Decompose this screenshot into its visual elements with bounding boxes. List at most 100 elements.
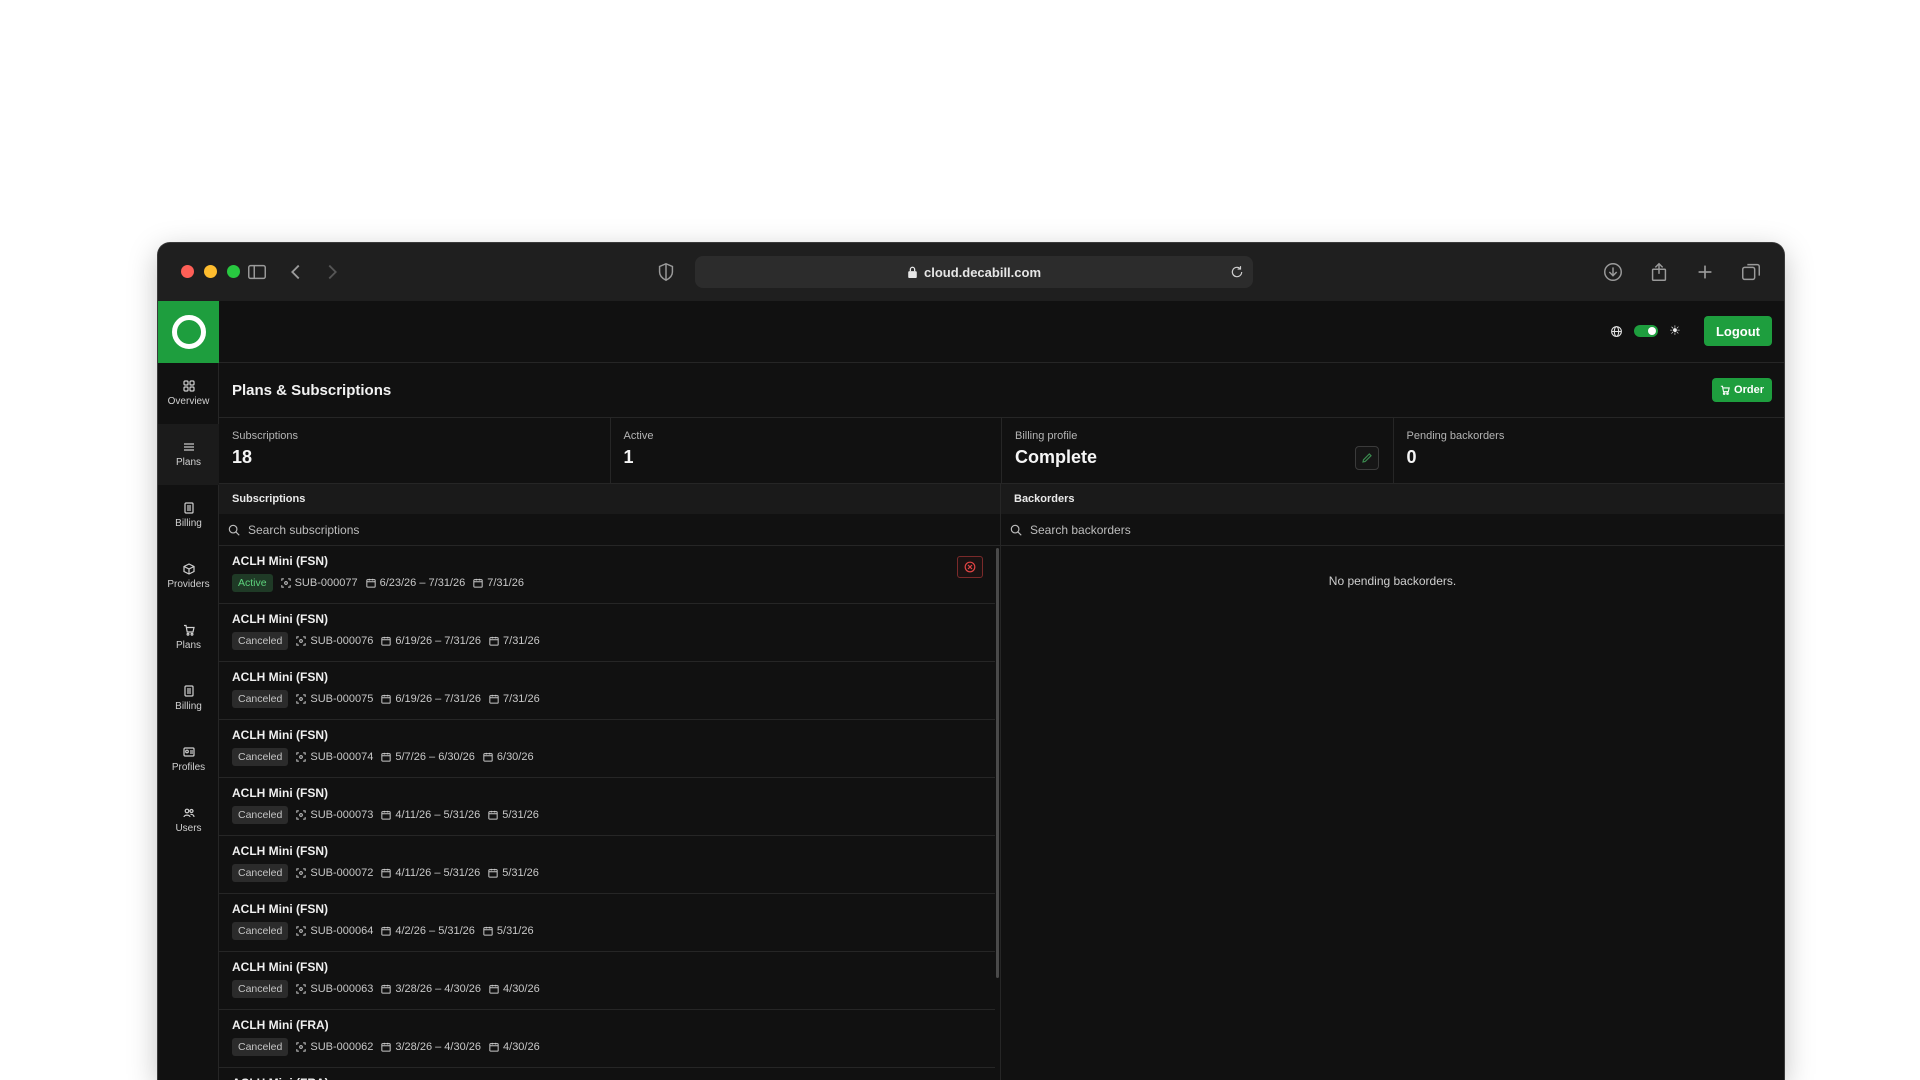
order-button[interactable]: Order	[1712, 378, 1772, 402]
sidebar-item-plans-shop[interactable]: Plans	[158, 607, 219, 668]
sidebar: Overview Plans Billing Providers Plans B…	[158, 363, 219, 1080]
subscriptions-panel: Subscriptions ACLH Mini (FSN) Active SUB-0…	[219, 484, 1001, 1080]
backorders-search	[1001, 514, 1784, 546]
sidebar-item-plans[interactable]: Plans	[158, 424, 219, 485]
stat-value: 1	[623, 447, 634, 467]
subscription-row[interactable]: ACLH Mini (FSN) Canceled SUB-000073 4/11/26…	[219, 778, 995, 836]
subscription-title: ACLH Mini (FRA)	[232, 1018, 329, 1032]
subscription-end-date-text: 7/31/26	[503, 635, 540, 647]
subscriptions-search	[219, 514, 1000, 546]
calendar-icon	[489, 1042, 499, 1052]
subscription-end-date-text: 5/31/26	[502, 809, 539, 821]
subscription-id-text: SUB-000075	[310, 693, 374, 705]
pencil-icon	[1361, 453, 1372, 463]
calendar-icon	[381, 868, 392, 878]
stat-value: 18	[232, 447, 253, 467]
sidebar-item-label: Profiles	[171, 762, 206, 773]
subscription-end-date-text: 5/31/26	[496, 925, 534, 937]
panels: Subscriptions ACLH Mini (FSN) Active SUB-0…	[219, 484, 1784, 1080]
app-logo[interactable]	[158, 301, 219, 363]
subscription-row[interactable]: ACLH Mini (FSN) Canceled SUB-000063 3/28/26…	[219, 952, 995, 1010]
subscription-row[interactable]: ACLH Mini (FSN) Canceled SUB-000075 6/19/26…	[219, 662, 995, 720]
status-badge: Canceled	[232, 748, 289, 766]
sidebar-item-billing[interactable]: Billing	[158, 485, 219, 546]
sidebar-toggle-icon[interactable]	[244, 259, 270, 285]
stat-label: Subscriptions	[232, 430, 299, 442]
scrollbar[interactable]	[996, 548, 999, 978]
cart-icon	[1720, 385, 1730, 395]
theme-toggle[interactable]	[1633, 325, 1658, 337]
subscription-period: 6/23/26 – 7/31/26	[365, 577, 466, 589]
status-badge: Canceled	[232, 806, 289, 824]
subscription-row[interactable]: ACLH Mini (FSN) Canceled SUB-000076 6/19/26…	[219, 604, 995, 662]
language-globe-icon[interactable]	[1610, 324, 1624, 338]
calendar-icon	[381, 984, 392, 994]
close-window-button[interactable]	[181, 265, 194, 278]
calendar-icon	[483, 752, 493, 762]
new-tab-icon[interactable]	[1692, 259, 1718, 285]
subscription-id-text: SUB-000063	[310, 983, 374, 995]
sidebar-item-providers[interactable]: Providers	[158, 546, 219, 607]
id-icon	[296, 1042, 307, 1052]
backorders-panel: Backorders No pending backorders.	[1001, 484, 1784, 1080]
subscription-title: ACLH Mini (FSN)	[232, 960, 328, 974]
document-icon	[183, 502, 194, 514]
sidebar-item-users[interactable]: Users	[158, 790, 219, 851]
subscription-id-text: SUB-000064	[310, 925, 374, 937]
subscription-period-text: 4/11/26 – 5/31/26	[395, 867, 481, 879]
address-bar[interactable]: cloud.decabill.com	[695, 256, 1253, 288]
search-icon	[228, 524, 240, 536]
status-badge: Canceled	[232, 864, 289, 882]
subscription-id-text: SUB-000073	[310, 809, 374, 821]
stat-subscriptions: Subscriptions 18	[219, 418, 611, 483]
subscription-end-date: 5/31/26	[483, 925, 534, 937]
share-icon[interactable]	[1646, 259, 1672, 285]
privacy-shield-icon[interactable]	[653, 259, 679, 285]
sidebar-item-billing-2[interactable]: Billing	[158, 668, 219, 729]
subscription-id: SUB-000073	[296, 809, 373, 821]
app-header: ☀ Logout	[158, 301, 1784, 363]
calendar-icon	[488, 810, 498, 820]
browser-window: cloud.decabill.com ☀ Logout Overview Pla…	[158, 243, 1784, 1080]
subscription-row[interactable]: ACLH Mini (FSN) Canceled SUB-000072 4/11/26…	[219, 836, 995, 894]
zoom-window-button[interactable]	[227, 265, 240, 278]
subscription-period-text: 3/28/26 – 4/30/26	[395, 1041, 482, 1053]
cancel-subscription-button[interactable]	[957, 556, 983, 578]
subscription-row[interactable]: ACLH Mini (FSN) Canceled SUB-000074 5/7/26 …	[219, 720, 995, 778]
search-subscriptions-input[interactable]	[248, 522, 948, 537]
subscription-id-text: SUB-000072	[310, 867, 374, 879]
subscription-row[interactable]: ACLH Mini (FRA)	[219, 1068, 995, 1080]
subscription-row[interactable]: ACLH Mini (FSN) Canceled SUB-000064 4/2/26 …	[219, 894, 995, 952]
subscription-id: SUB-000063	[296, 983, 373, 995]
subscription-id: SUB-000077	[280, 577, 358, 589]
subscription-row[interactable]: ACLH Mini (FSN) Active SUB-000077 6/23/26 –…	[219, 546, 995, 604]
subscription-period-text: 6/23/26 – 7/31/26	[379, 577, 466, 589]
id-icon	[296, 636, 307, 646]
subscription-period: 3/28/26 – 4/30/26	[381, 1041, 481, 1053]
subscription-id: SUB-000062	[296, 1041, 373, 1053]
subscription-period: 4/11/26 – 5/31/26	[381, 809, 480, 821]
forward-icon[interactable]	[319, 259, 345, 285]
subscription-period-text: 4/11/26 – 5/31/26	[395, 809, 481, 821]
subscription-id: SUB-000064	[296, 925, 373, 937]
download-icon[interactable]	[1600, 259, 1626, 285]
id-card-icon	[182, 747, 195, 757]
page-header: Plans & Subscriptions Order	[219, 363, 1784, 418]
edit-billing-profile-button[interactable]	[1354, 446, 1379, 470]
tab-overview-icon[interactable]	[1738, 259, 1764, 285]
reload-icon[interactable]	[1227, 262, 1247, 282]
subscriptions-list: ACLH Mini (FSN) Active SUB-000077 6/23/26 –…	[219, 546, 1000, 1080]
subscription-row[interactable]: ACLH Mini (FRA) Canceled SUB-000062 3/28/26…	[219, 1010, 995, 1068]
sidebar-item-overview[interactable]: Overview	[158, 363, 219, 424]
minimize-window-button[interactable]	[204, 265, 217, 278]
sidebar-item-label: Billing	[175, 701, 202, 712]
subscription-id-text: SUB-000074	[310, 751, 374, 763]
subscription-period: 6/19/26 – 7/31/26	[381, 635, 481, 647]
search-backorders-input[interactable]	[1030, 522, 1730, 537]
stat-billing-profile: Billing profile Complete	[1002, 418, 1394, 483]
status-badge: Active	[232, 574, 273, 592]
logout-button[interactable]: Logout	[1703, 316, 1772, 346]
sidebar-item-profiles[interactable]: Profiles	[158, 729, 219, 790]
subscription-end-date: 4/30/26	[489, 1041, 540, 1053]
back-icon[interactable]	[283, 259, 309, 285]
